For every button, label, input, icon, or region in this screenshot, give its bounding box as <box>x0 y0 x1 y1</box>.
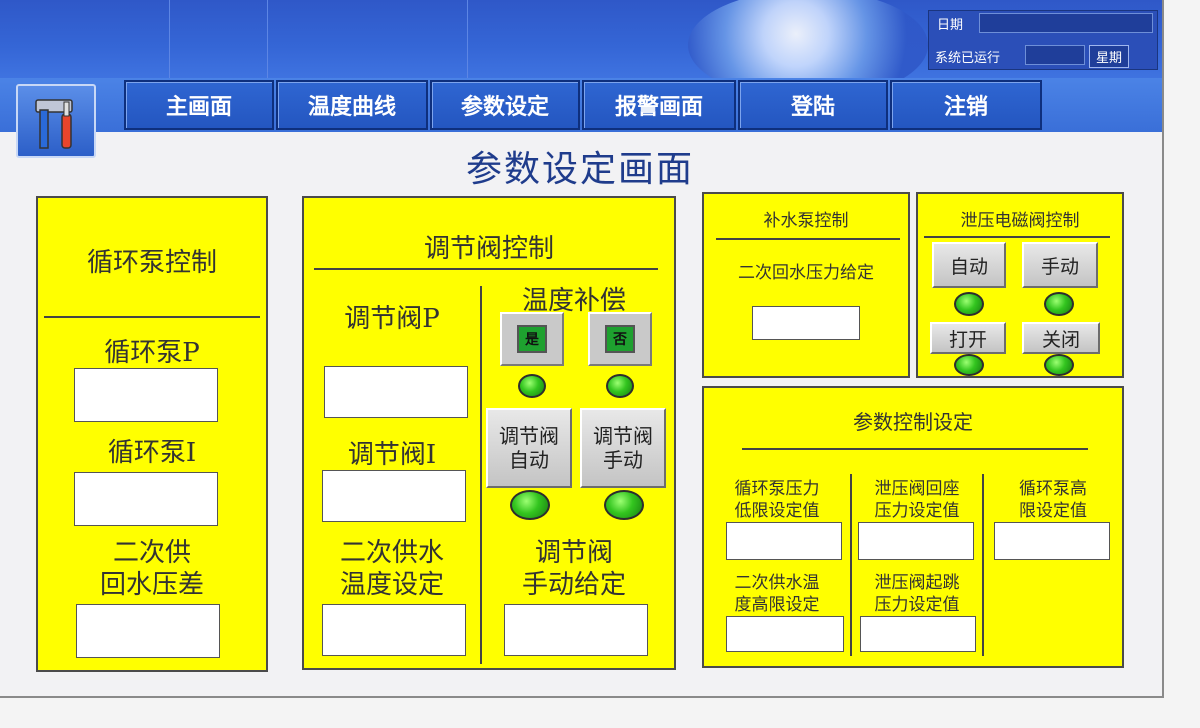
comp-yes-indicator-light <box>518 374 546 398</box>
nav-logout-button[interactable]: 注销 <box>890 80 1042 130</box>
relief-auto-indicator-light <box>954 292 984 316</box>
manual-set-label-line2: 手动给定 <box>521 570 626 600</box>
regulating-valve-title: 调节阀控制 <box>423 234 554 264</box>
nav-param-settings-button[interactable]: 参数设定 <box>430 80 580 130</box>
tools-icon[interactable] <box>16 84 96 158</box>
relief-jump-input[interactable] <box>860 616 976 652</box>
pressure-diff-label-line2: 回水压差 <box>99 570 204 600</box>
supply-temp-high-label-line2: 度高限设定 <box>734 595 820 615</box>
return-pressure-label: 二次回水压力给定 <box>738 263 874 283</box>
valve-p-input[interactable] <box>324 366 468 418</box>
divider <box>44 316 260 318</box>
valve-auto-line1: 调节阀 <box>499 424 559 448</box>
supply-temp-high-input[interactable] <box>726 616 844 652</box>
makeup-pump-panel: 补水泵控制 二次回水压力给定 <box>702 192 910 378</box>
valve-manual-line2: 手动 <box>603 448 643 472</box>
pump-high-label-line2: 限设定值 <box>1019 501 1087 521</box>
date-label: 日期 <box>937 18 964 33</box>
relief-manual-indicator-light <box>1044 292 1074 316</box>
comp-yes-button[interactable]: 是 <box>500 312 564 366</box>
nav-temp-curve-button[interactable]: 温度曲线 <box>276 80 428 130</box>
pump-low-label-line2: 低限设定值 <box>734 501 820 521</box>
relief-manual-button[interactable]: 手动 <box>1022 242 1098 288</box>
valve-i-label: 调节阀I <box>347 440 437 470</box>
runtime-field <box>1025 45 1085 65</box>
valve-manual-button[interactable]: 调节阀 手动 <box>580 408 666 488</box>
valve-auto-indicator-light <box>510 490 550 520</box>
pump-p-label: 循环泵P <box>104 338 200 368</box>
runtime-label: 系统已运行 <box>935 51 1001 66</box>
relief-open-button[interactable]: 打开 <box>930 322 1006 354</box>
header-bar: 日期 系统已运行 星期 <box>0 0 1162 100</box>
divider <box>742 448 1088 450</box>
supply-temp-label-line2: 温度设定 <box>339 570 444 600</box>
pump-i-input[interactable] <box>74 472 218 526</box>
relief-auto-button[interactable]: 自动 <box>932 242 1006 288</box>
regulating-valve-panel: 调节阀控制 调节阀P 调节阀I 二次供水 温度设定 温度补偿 是 否 调节阀 自… <box>302 196 676 670</box>
hmi-screen: 日期 系统已运行 星期 主画面 温度曲线 参数设定 报警画面 登陆 注销 参数设… <box>0 0 1164 698</box>
header-cell <box>0 0 170 78</box>
header-cell <box>170 0 268 78</box>
relief-valve-panel: 泄压电磁阀控制 自动 手动 打开 关闭 <box>916 192 1124 378</box>
divider <box>480 286 482 664</box>
valve-auto-button[interactable]: 调节阀 自动 <box>486 408 572 488</box>
divider <box>314 268 658 270</box>
pressure-diff-input[interactable] <box>76 604 220 658</box>
tools-icon-graphic <box>35 99 73 149</box>
system-info-box: 日期 系统已运行 星期 <box>928 10 1158 70</box>
param-settings-panel: 参数控制设定 循环泵压力 低限设定值 泄压阀回座 压力设定值 循环泵高 限设定值… <box>702 386 1124 668</box>
relief-return-input[interactable] <box>858 522 974 560</box>
relief-close-button[interactable]: 关闭 <box>1022 322 1100 354</box>
header-cell <box>268 0 468 78</box>
relief-jump-label-line2: 压力设定值 <box>874 595 960 615</box>
param-settings-title: 参数控制设定 <box>853 410 973 434</box>
valve-auto-line2: 自动 <box>509 448 549 472</box>
return-pressure-input[interactable] <box>752 306 860 340</box>
circulation-pump-title: 循环泵控制 <box>86 248 217 278</box>
supply-temp-input[interactable] <box>322 604 466 656</box>
valve-manual-indicator-light <box>604 490 644 520</box>
nav-main-button[interactable]: 主画面 <box>124 80 274 130</box>
pump-p-input[interactable] <box>74 368 218 422</box>
nav-alarm-button[interactable]: 报警画面 <box>582 80 736 130</box>
comp-no-text: 否 <box>605 325 635 353</box>
relief-close-indicator-light <box>1044 354 1074 376</box>
comp-yes-text: 是 <box>517 325 547 353</box>
valve-p-label: 调节阀P <box>344 304 440 334</box>
pump-high-input[interactable] <box>994 522 1110 560</box>
week-label: 星期 <box>1089 45 1130 68</box>
divider <box>924 236 1110 238</box>
comp-no-button[interactable]: 否 <box>588 312 652 366</box>
relief-valve-title: 泄压电磁阀控制 <box>960 211 1080 231</box>
comp-no-indicator-light <box>606 374 634 398</box>
divider <box>716 238 900 240</box>
page-title: 参数设定画面 <box>465 149 694 190</box>
valve-i-input[interactable] <box>322 470 466 522</box>
circulation-pump-panel: 循环泵控制 循环泵P 循环泵I 二次供 回水压差 <box>36 196 268 672</box>
nav-login-button[interactable]: 登陆 <box>738 80 888 130</box>
relief-return-label-line2: 压力设定值 <box>874 501 960 521</box>
pump-low-input[interactable] <box>726 522 842 560</box>
date-field <box>979 13 1153 33</box>
manual-set-input[interactable] <box>504 604 648 656</box>
makeup-pump-title: 补水泵控制 <box>763 211 849 231</box>
valve-manual-line1: 调节阀 <box>593 424 653 448</box>
relief-open-indicator-light <box>954 354 984 376</box>
pump-i-label: 循环泵I <box>107 438 197 468</box>
